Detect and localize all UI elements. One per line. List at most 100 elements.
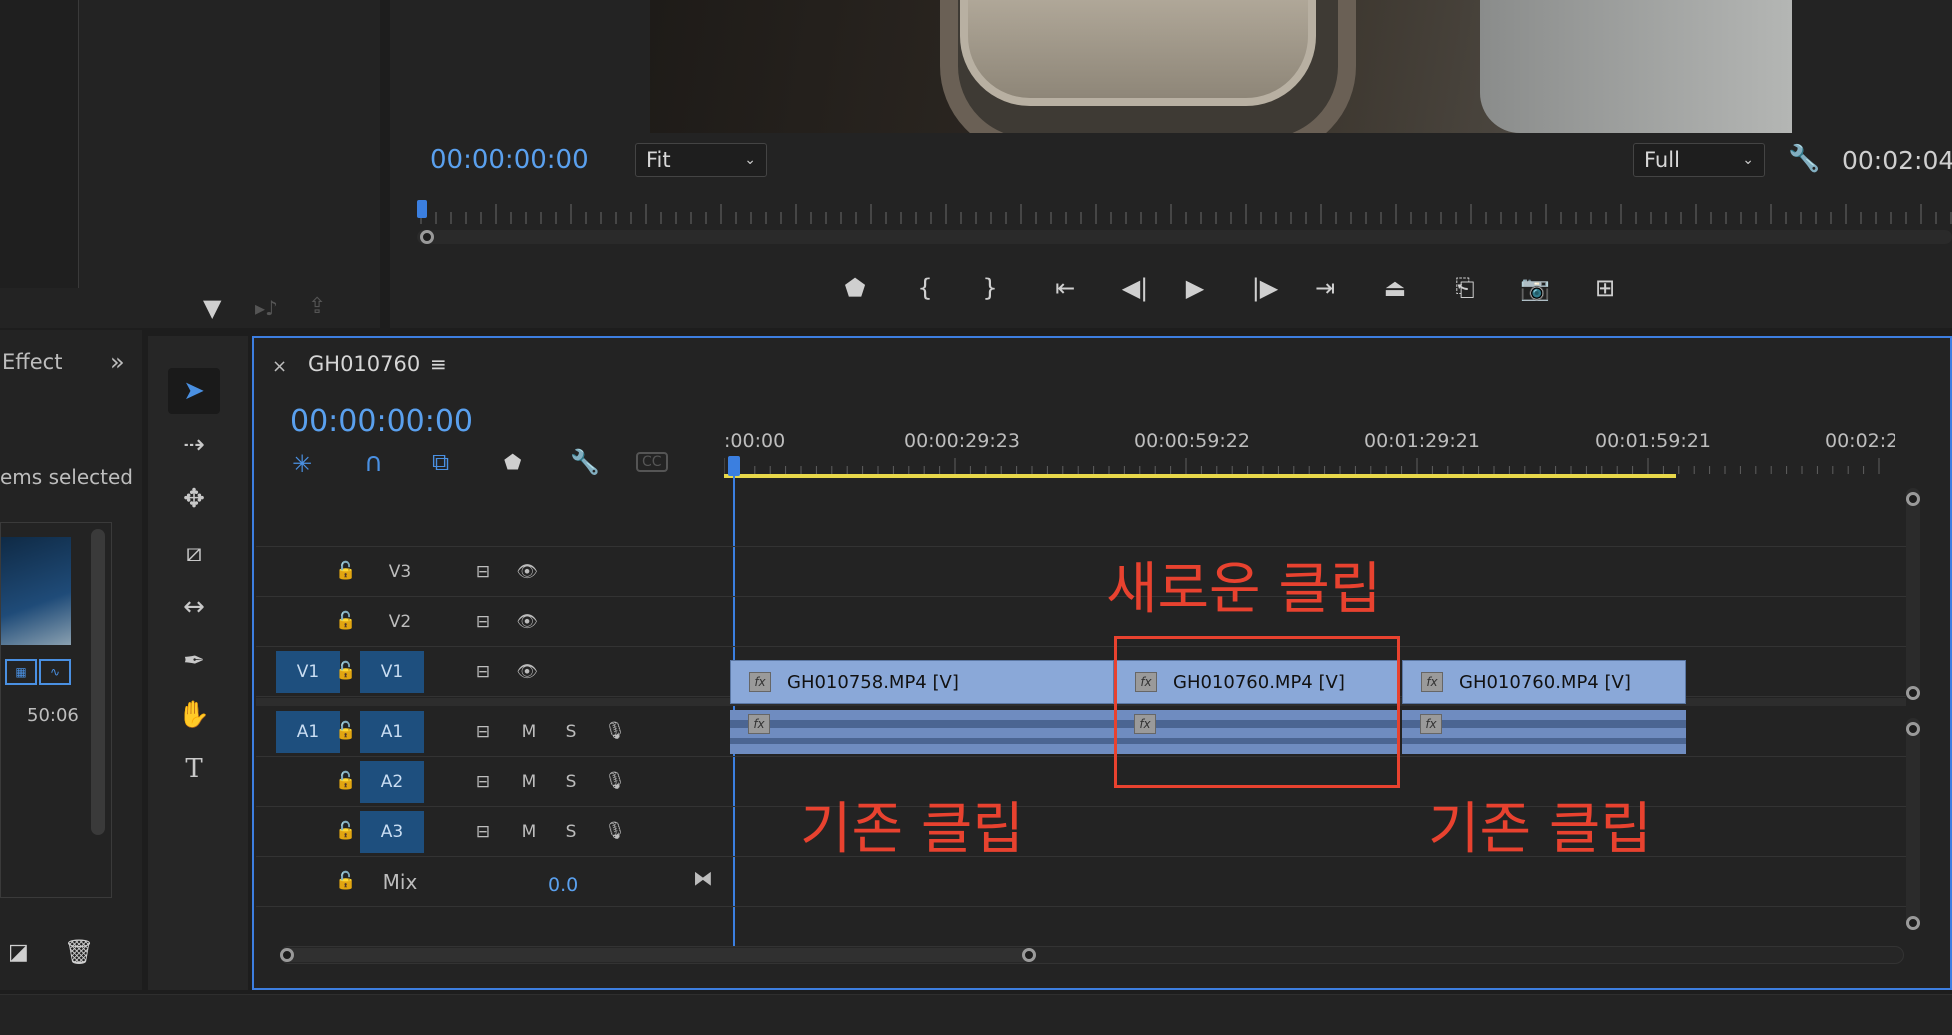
wrench-icon[interactable]: 🔧 xyxy=(1788,144,1820,174)
mix-volume-value[interactable]: 0.0 xyxy=(548,874,578,896)
video-clip[interactable]: fx GH010760.MP4 [V] xyxy=(1402,660,1686,704)
mute-button[interactable]: M xyxy=(514,768,544,796)
mix-label: Mix xyxy=(382,870,418,894)
video-scroll-handle[interactable] xyxy=(1906,686,1920,700)
microphone-icon[interactable]: 🎙 xyxy=(600,766,630,796)
solo-button[interactable]: S xyxy=(556,818,586,846)
nest-toggle-icon[interactable]: ✳ xyxy=(292,450,312,478)
step-forward-icon[interactable]: |▶ xyxy=(1245,268,1285,308)
hand-tool-icon[interactable]: ✋ xyxy=(168,692,220,738)
lock-icon[interactable]: 🔓 xyxy=(334,868,358,894)
sync-lock-icon[interactable]: ⊟ xyxy=(468,558,498,586)
tab-effects[interactable]: Effects xyxy=(2,350,62,374)
audio-tracks-scrollbar[interactable] xyxy=(1906,718,1920,928)
selection-tool-icon[interactable]: ➤ xyxy=(168,368,220,414)
media-list[interactable]: ▦ ∿ 50:06 xyxy=(0,522,112,898)
captions-icon[interactable]: CC xyxy=(636,452,668,472)
go-to-out-icon[interactable]: ⇥ xyxy=(1305,268,1345,308)
lock-icon[interactable]: 🔓 xyxy=(334,718,358,744)
mute-button[interactable]: M xyxy=(514,718,544,746)
track-label-v2[interactable]: V2 xyxy=(380,608,420,636)
close-icon[interactable]: × xyxy=(272,356,287,377)
trash-icon[interactable]: 🗑 xyxy=(64,938,94,966)
sync-lock-icon[interactable]: ⊟ xyxy=(468,768,498,796)
timeline-timecode[interactable]: 00:00:00:00 xyxy=(290,404,473,439)
audio-clip[interactable]: fx xyxy=(1402,710,1686,754)
lift-icon[interactable]: ⏏ xyxy=(1375,268,1415,308)
step-back-icon[interactable]: ◀| xyxy=(1115,268,1155,308)
zoom-handle-left[interactable] xyxy=(280,948,294,962)
panel-overflow-icon[interactable]: » xyxy=(110,348,125,376)
video-tracks-scrollbar[interactable] xyxy=(1906,488,1920,698)
eye-icon[interactable]: 👁 xyxy=(512,658,542,686)
filter-icon[interactable]: ▼ xyxy=(203,294,221,322)
clip-name: GH010758.MP4 [V] xyxy=(787,671,959,693)
program-ruler[interactable] xyxy=(417,200,1952,244)
ripple-edit-tool-icon[interactable]: ✥ xyxy=(168,476,220,522)
clip-thumbnail[interactable] xyxy=(1,537,71,645)
expand-tracks-icon[interactable]: ⧓ xyxy=(688,864,718,892)
eye-icon[interactable]: 👁 xyxy=(512,558,542,586)
ruler-label: 00:01:59:21 xyxy=(1595,430,1711,452)
audio-clip[interactable]: fx xyxy=(730,710,1114,754)
resolution-dropdown[interactable]: Full ⌄ xyxy=(1633,143,1765,177)
play-icon[interactable]: ▶ xyxy=(1175,268,1215,308)
hamburger-menu-icon[interactable]: ≡ xyxy=(430,352,447,376)
fit-dropdown[interactable]: Fit ⌄ xyxy=(635,143,767,177)
mute-button[interactable]: M xyxy=(514,818,544,846)
lock-icon[interactable]: 🔓 xyxy=(334,768,358,794)
linked-selection-icon[interactable]: ⧉ xyxy=(432,448,449,476)
lock-icon[interactable]: 🔓 xyxy=(334,818,358,844)
track-target-a1[interactable]: A1 xyxy=(360,711,424,753)
timeline-ruler-ticks xyxy=(724,458,1880,474)
video-clip[interactable]: fx GH010758.MP4 [V] xyxy=(730,660,1114,704)
solo-button[interactable]: S xyxy=(556,768,586,796)
sync-lock-icon[interactable]: ⊟ xyxy=(468,718,498,746)
mark-in-icon[interactable]: { xyxy=(905,268,945,308)
go-to-in-icon[interactable]: ⇤ xyxy=(1045,268,1085,308)
lock-icon[interactable]: 🔓 xyxy=(334,658,358,684)
video-scroll-handle[interactable] xyxy=(1906,492,1920,506)
program-scrollbar[interactable] xyxy=(417,230,1952,244)
new-item-icon[interactable]: ◪ xyxy=(8,940,29,965)
snap-icon[interactable]: ∩ xyxy=(364,448,383,478)
timeline-settings-icon[interactable]: 🔧 xyxy=(570,448,600,476)
eye-icon[interactable]: 👁 xyxy=(512,608,542,636)
sequence-tab[interactable]: GH010760 xyxy=(308,352,420,376)
timeline-zoom-thumb[interactable] xyxy=(280,948,1030,962)
razor-tool-icon[interactable]: ⧄ xyxy=(168,530,220,576)
sync-lock-icon[interactable]: ⊟ xyxy=(468,818,498,846)
microphone-icon[interactable]: 🎙 xyxy=(600,816,630,846)
microphone-icon[interactable]: 🎙 xyxy=(600,716,630,746)
scrollbar-handle-left[interactable] xyxy=(420,230,434,244)
media-list-scrollbar[interactable] xyxy=(91,529,105,835)
track-target-v1[interactable]: V1 xyxy=(360,651,424,693)
sync-lock-icon[interactable]: ⊟ xyxy=(468,608,498,636)
track-target-a2[interactable]: A2 xyxy=(360,761,424,803)
audio-scroll-handle[interactable] xyxy=(1906,722,1920,736)
source-patch-v1[interactable]: V1 xyxy=(276,651,340,693)
track-label-v3[interactable]: V3 xyxy=(380,558,420,586)
track-target-a3[interactable]: A3 xyxy=(360,811,424,853)
mark-out-icon[interactable]: } xyxy=(970,268,1010,308)
sync-lock-icon[interactable]: ⊟ xyxy=(468,658,498,686)
program-timecode[interactable]: 00:00:00:00 xyxy=(430,145,589,175)
lock-icon[interactable]: 🔓 xyxy=(334,608,358,634)
solo-button[interactable]: S xyxy=(556,718,586,746)
marker-icon[interactable]: ⬟ xyxy=(835,268,875,308)
source-patch-a1[interactable]: A1 xyxy=(276,711,340,753)
playhead-marker[interactable] xyxy=(417,200,427,218)
work-area-bar[interactable] xyxy=(724,474,1676,478)
extract-icon[interactable]: ⎗ xyxy=(1445,268,1485,308)
track-select-tool-icon[interactable]: ⇢ xyxy=(168,422,220,468)
zoom-handle-right[interactable] xyxy=(1022,948,1036,962)
lock-icon[interactable]: 🔓 xyxy=(334,558,358,584)
button-editor-icon[interactable]: ⊞ xyxy=(1585,268,1625,308)
add-marker-icon[interactable]: ⬟ xyxy=(504,450,521,474)
pen-tool-icon[interactable]: ✒ xyxy=(168,638,220,684)
audio-scroll-handle[interactable] xyxy=(1906,916,1920,930)
export-frame-icon[interactable]: 📷 xyxy=(1515,268,1555,308)
timeline-ruler[interactable]: :00:00 00:00:29:23 00:00:59:22 00:01:29:… xyxy=(724,430,1895,480)
type-tool-icon[interactable]: T xyxy=(168,746,220,792)
slip-tool-icon[interactable]: ↔ xyxy=(168,584,220,630)
